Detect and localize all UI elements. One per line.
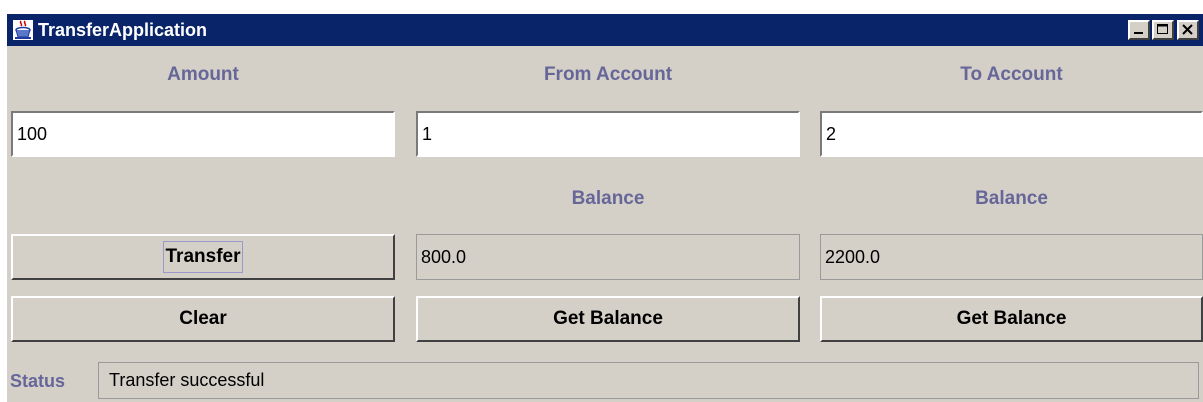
to-balance-label: Balance <box>975 188 1048 209</box>
window-title: TransferApplication <box>38 20 208 40</box>
from-balance-field: 800.0 <box>416 234 800 280</box>
minimize-button[interactable] <box>1128 20 1150 40</box>
from-get-balance-button[interactable]: Get Balance <box>416 296 800 342</box>
maximize-button[interactable] <box>1152 20 1174 40</box>
transfer-button-label: Transfer <box>162 241 244 273</box>
clear-button[interactable]: Clear <box>11 296 395 342</box>
status-label: Status <box>10 371 66 391</box>
from-account-label: From Account <box>543 64 673 85</box>
to-get-balance-button[interactable]: Get Balance <box>820 296 1203 342</box>
amount-label: Amount <box>167 64 239 85</box>
status-field: Transfer successful <box>98 362 1199 399</box>
title-bar[interactable]: TransferApplication <box>7 14 1203 46</box>
from-balance-label: Balance <box>571 188 645 209</box>
java-cup-icon <box>13 20 33 40</box>
to-balance-field: 2200.0 <box>820 234 1203 280</box>
transfer-button[interactable]: Transfer <box>11 234 395 280</box>
maximize-icon <box>1157 24 1168 34</box>
amount-input[interactable]: 100 <box>11 111 395 157</box>
to-account-label: To Account <box>960 64 1063 85</box>
from-account-input[interactable]: 1 <box>416 111 800 157</box>
to-account-input[interactable]: 2 <box>820 111 1203 157</box>
transfer-application-window: TransferApplication Amount From Account … <box>7 14 1203 402</box>
close-icon <box>1182 24 1193 35</box>
close-button[interactable] <box>1177 20 1199 40</box>
minimize-icon <box>1134 32 1143 34</box>
